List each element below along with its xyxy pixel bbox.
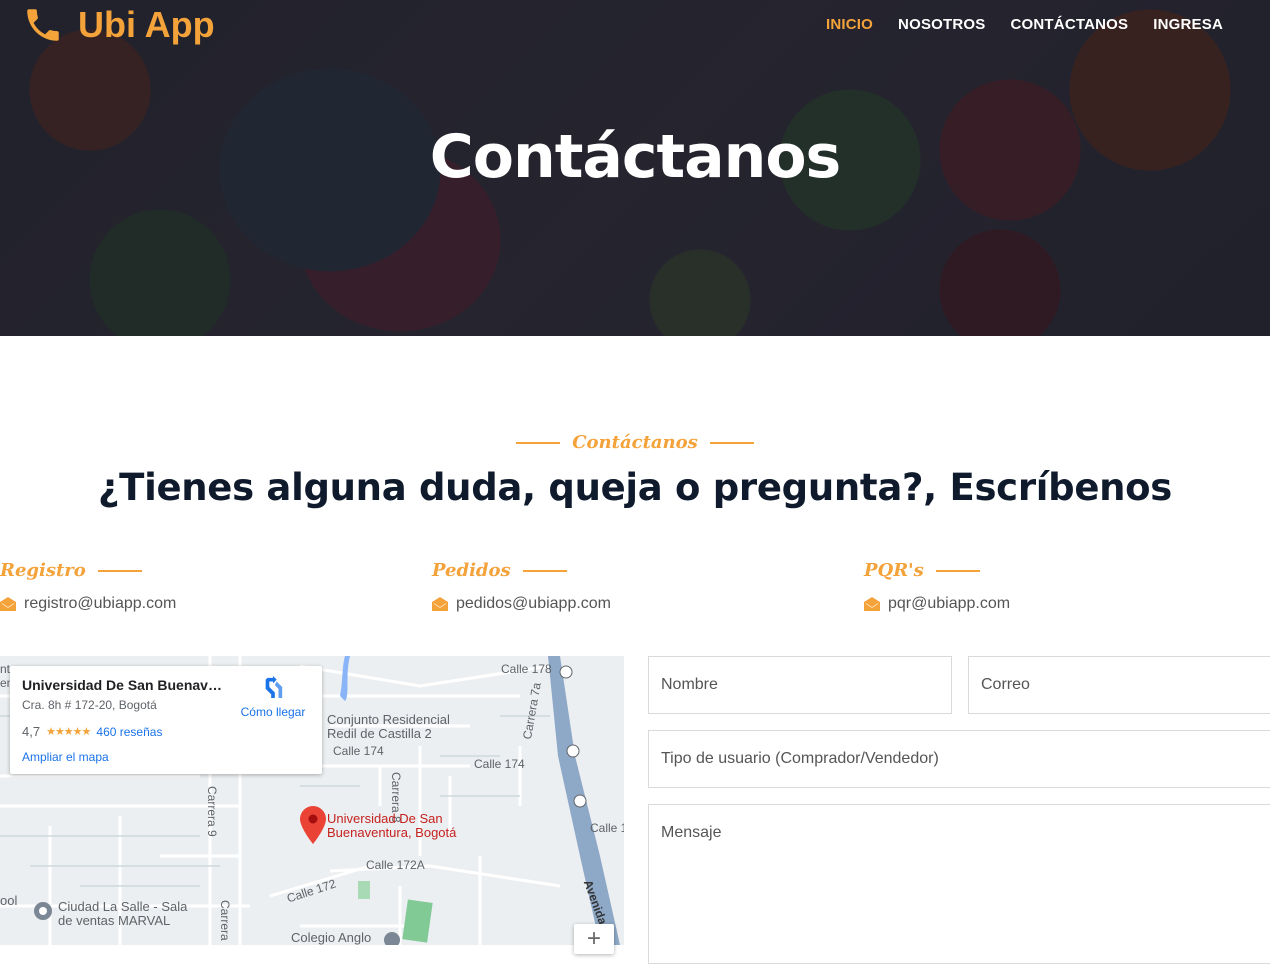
star-icon: ★★★★★ [46, 726, 91, 738]
user-type-field[interactable]: Tipo de usuario (Comprador/Vendedor) [648, 730, 1270, 788]
phone-icon [27, 9, 59, 41]
name-field[interactable]: Nombre [648, 656, 952, 714]
map-place-label: ool [0, 893, 18, 908]
place-address: Cra. 8h # 172-20, Bogotá [22, 698, 157, 712]
section-label: Contáctanos [0, 432, 1270, 453]
email-field[interactable]: Correo [968, 656, 1270, 714]
nav-ingresa[interactable]: INGRESA [1153, 16, 1223, 33]
directions-label: Cómo llegar [240, 705, 306, 719]
envelope-icon [864, 597, 880, 611]
contact-email[interactable]: registro@ubiapp.com [24, 595, 176, 613]
map-poi-label[interactable]: Buenaventura, Bogotá [327, 826, 456, 840]
map-street-label: Carrera [218, 900, 232, 941]
nav-nosotros[interactable]: NOSOTROS [898, 16, 985, 33]
place-rating: 4,7 ★★★★★ 460 reseñas [22, 724, 162, 739]
contact-email[interactable]: pedidos@ubiapp.com [456, 595, 611, 613]
divider [522, 569, 567, 572]
envelope-icon [432, 597, 448, 611]
map-street-label: Calle 174 [474, 757, 525, 771]
place-name: Universidad De San Buenaven... [22, 677, 222, 693]
contact-pedidos: Pedidos pedidos@ubiapp.com [432, 560, 611, 613]
map-street-label: Carrera 9 [205, 786, 219, 837]
section-label-text: Contáctanos [572, 432, 698, 453]
brand-name: Ubi App [78, 4, 215, 45]
main-nav: INICIO NOSOTROS CONTÁCTANOS INGRESA [826, 16, 1223, 33]
map-place-card: Universidad De San Buenaven... Cra. 8h #… [10, 666, 322, 774]
rating-value: 4,7 [22, 724, 41, 739]
page-title: Contáctanos [429, 122, 842, 192]
map-street-label: Calle 174 [333, 744, 384, 758]
map-place-label: Redil de Castilla 2 [327, 726, 432, 741]
map-place-label: Conjunto Residencial [327, 712, 450, 727]
contact-title: Registro [0, 560, 86, 581]
directions-button[interactable]: Cómo llegar [238, 676, 308, 719]
brand-logo[interactable]: Ubi App [22, 4, 215, 46]
map-street-label: Calle 172A [366, 858, 425, 872]
divider [709, 441, 754, 444]
map-street-label: Calle 1 [590, 821, 624, 835]
nav-inicio[interactable]: INICIO [826, 16, 873, 33]
zoom-in-button[interactable]: + [574, 924, 614, 954]
divider [516, 441, 561, 444]
map-place-label: de ventas MARVAL [58, 913, 171, 928]
location-pin-icon[interactable] [300, 806, 326, 844]
map-street-label: Calle 178 [501, 662, 552, 676]
section-heading: ¿Tienes alguna duda, queja o pregunta?, … [97, 466, 1173, 509]
divider [935, 569, 980, 572]
enlarge-map-link[interactable]: Ampliar el mapa [22, 750, 109, 764]
contact-pqr: PQR's pqr@ubiapp.com [864, 560, 1010, 613]
map-place-label: Ciudad La Salle - Sala [58, 899, 188, 914]
message-field[interactable]: Mensaje [648, 804, 1270, 964]
envelope-icon [0, 597, 16, 611]
contact-title: PQR's [864, 560, 924, 581]
contact-registro: Registro registro@ubiapp.com [0, 560, 176, 613]
nav-contactanos[interactable]: CONTÁCTANOS [1011, 16, 1129, 33]
map-place-label: Colegio Anglo [291, 930, 372, 945]
directions-icon [265, 676, 283, 698]
contact-title: Pedidos [432, 560, 511, 581]
map-poi-label[interactable]: Universidad De San [327, 812, 443, 826]
contact-email[interactable]: pqr@ubiapp.com [888, 595, 1010, 613]
divider [97, 569, 142, 572]
reviews-link[interactable]: 460 reseñas [96, 725, 162, 739]
